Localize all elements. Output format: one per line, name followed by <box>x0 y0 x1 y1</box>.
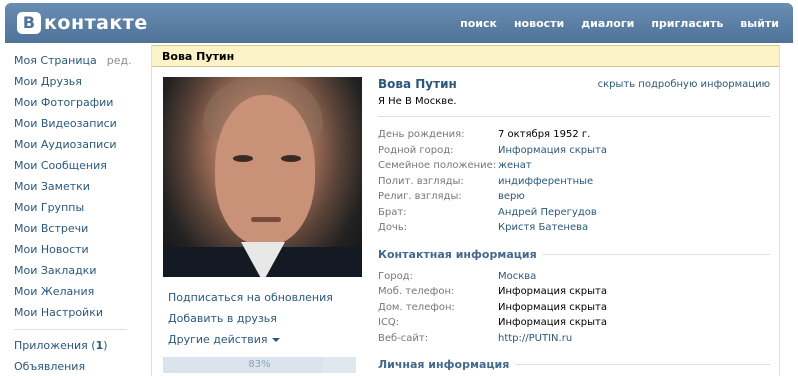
info-value[interactable]: верю <box>498 189 525 205</box>
info-value[interactable]: Информация скрыта <box>498 143 607 159</box>
nav-news[interactable]: новости <box>514 17 564 30</box>
apps-close: ) <box>103 339 108 352</box>
info-value[interactable]: Кристя Батенева <box>498 220 588 236</box>
sidebar-item-friends[interactable]: Мои Друзья <box>14 71 134 92</box>
info-key: Полит. взгляды: <box>378 175 464 187</box>
basic-info: День рождения: 7 октября 1952 г. Родной го… <box>378 127 770 236</box>
divider <box>378 116 770 117</box>
info-key: Родной город: <box>378 144 454 156</box>
sidebar-item-messages[interactable]: Мои Сообщения <box>14 155 134 176</box>
chevron-down-icon <box>271 338 280 342</box>
sidebar-item-apps[interactable]: Приложения (1) <box>14 335 134 356</box>
info-row: Семейное положение: женат <box>378 158 770 174</box>
other-actions-dropdown[interactable]: Другие действия <box>168 329 333 350</box>
sidebar-item-videos[interactable]: Мои Видеозаписи <box>14 113 134 134</box>
rating-fill <box>163 357 324 373</box>
edit-link[interactable]: ред. <box>107 54 132 67</box>
info-row: День рождения: 7 октября 1952 г. <box>378 127 770 143</box>
info-value[interactable]: http://PUTIN.ru <box>498 331 572 347</box>
info-row: ICQ: Информация скрыта <box>378 315 770 331</box>
info-row: Брат: Андрей Перегудов <box>378 205 770 221</box>
page-title: Вова Путин <box>152 45 779 67</box>
rating-bar: 83% <box>163 357 356 373</box>
contact-info: Город: Москва Моб. телефон: Информация скры… <box>378 269 770 347</box>
info-key: Моб. телефон: <box>378 286 455 297</box>
top-nav: поиск новости диалоги пригласить выйти <box>443 17 779 30</box>
hide-details-link[interactable]: скрыть подробную информацию <box>598 79 770 90</box>
info-row: Веб-сайт: http://PUTIN.ru <box>378 331 770 347</box>
info-key: Веб-сайт: <box>378 332 429 344</box>
sidebar-item-groups[interactable]: Мои Группы <box>14 197 134 218</box>
rating-value: 83% <box>248 359 271 370</box>
sidebar-item-label: Моя Страница <box>14 54 97 67</box>
info-value: Информация скрыта <box>498 286 607 297</box>
info-value: Информация скрыта <box>498 301 607 313</box>
logo-text: контакте <box>44 12 148 34</box>
profile-info: Вова Путин скрыть подробную информацию Я… <box>378 77 770 371</box>
info-row: Полит. взгляды: индифферентные <box>378 174 770 190</box>
info-row: Моб. телефон: Информация скрыта <box>378 284 770 300</box>
logo-badge: B <box>17 12 41 34</box>
sidebar-item-my-page[interactable]: Моя Страница ред. <box>14 50 134 71</box>
sidebar-item-notes[interactable]: Мои Заметки <box>14 176 134 197</box>
sidebar-item-photos[interactable]: Мои Фотографии <box>14 92 134 113</box>
sidebar-item-settings[interactable]: Мои Настройки <box>14 302 134 323</box>
top-header: B контакте поиск новости диалоги приглас… <box>5 3 793 43</box>
info-value: Информация скрыта <box>498 317 607 328</box>
profile-actions: Подписаться на обновления Добавить в дру… <box>168 287 333 350</box>
personal-section-title: Личная информация <box>378 358 770 371</box>
nav-invite[interactable]: пригласить <box>651 17 723 30</box>
other-actions-label: Другие действия <box>168 333 268 346</box>
vkontakte-logo[interactable]: B контакте <box>17 12 148 34</box>
info-key: ICQ: <box>378 317 400 328</box>
info-key: Дом. телефон: <box>378 301 455 313</box>
sidebar-item-wishes[interactable]: Мои Желания <box>14 281 134 302</box>
nav-search[interactable]: поиск <box>460 17 497 30</box>
sidebar-item-bookmarks[interactable]: Мои Закладки <box>14 260 134 281</box>
nav-dialogs[interactable]: диалоги <box>581 17 634 30</box>
add-friend-link[interactable]: Добавить в друзья <box>168 308 333 329</box>
sidebar-item-news[interactable]: Мои Новости <box>14 239 134 260</box>
info-value: 7 октября 1952 г. <box>498 129 591 140</box>
info-key: День рождения: <box>378 129 465 140</box>
contact-section-title: Контактная информация <box>378 248 770 261</box>
sidebar-item-events[interactable]: Мои Встречи <box>14 218 134 239</box>
profile-panel: Вова Путин Подписаться на обновления Доб… <box>151 45 780 376</box>
info-key: Религ. взгляды: <box>378 191 462 202</box>
profile-photo[interactable] <box>163 77 362 277</box>
nav-logout[interactable]: выйти <box>740 17 779 30</box>
info-key: Брат: <box>378 206 407 218</box>
info-key: Город: <box>378 270 413 282</box>
subscribe-link[interactable]: Подписаться на обновления <box>168 287 333 308</box>
info-row: Город: Москва <box>378 269 770 285</box>
apps-label: Приложения ( <box>14 339 96 352</box>
info-row: Родной город: Информация скрыта <box>378 143 770 159</box>
sidebar: Моя Страница ред. Мои Друзья Мои Фотограф… <box>14 50 134 376</box>
profile-status: Я Не В Москве. <box>378 96 457 107</box>
info-key: Семейное положение: <box>378 160 497 171</box>
info-row: Религ. взгляды: верю <box>378 189 770 205</box>
info-value[interactable]: индифферентные <box>498 174 593 190</box>
info-value[interactable]: Андрей Перегудов <box>498 205 597 221</box>
sidebar-divider <box>14 329 127 330</box>
info-value[interactable]: Москва <box>498 269 536 285</box>
sidebar-item-ads[interactable]: Объявления <box>14 356 134 376</box>
info-value[interactable]: женат <box>498 158 532 174</box>
info-key: Дочь: <box>378 222 408 233</box>
sidebar-item-audio[interactable]: Мои Аудиозаписи <box>14 134 134 155</box>
info-row: Дом. телефон: Информация скрыта <box>378 300 770 316</box>
info-row: Дочь: Кристя Батенева <box>378 220 770 236</box>
